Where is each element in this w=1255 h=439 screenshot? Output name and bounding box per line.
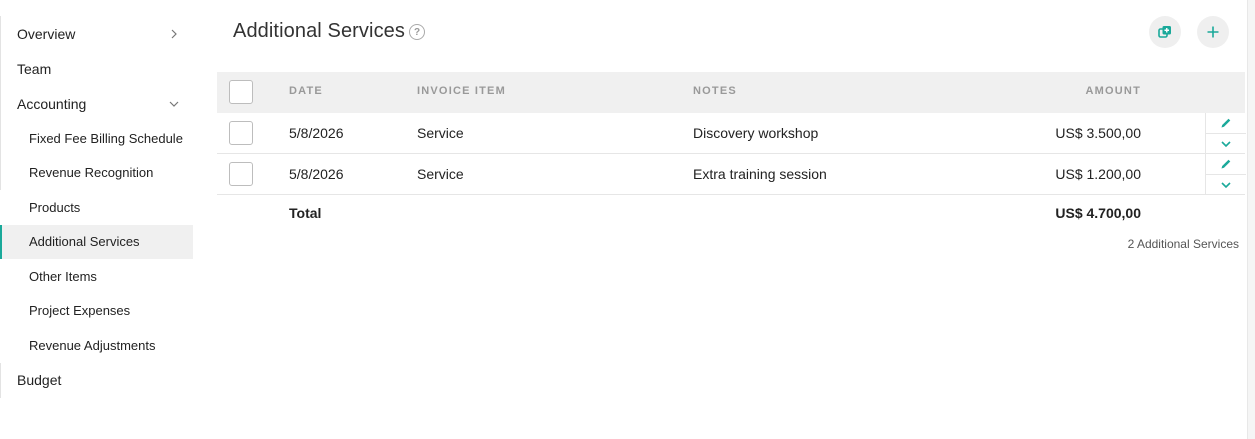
- sidebar-item-label: Revenue Adjustments: [29, 337, 156, 353]
- column-header-notes[interactable]: NOTES: [693, 85, 737, 97]
- cell-notes: Discovery workshop: [693, 125, 819, 141]
- edit-button[interactable]: [1206, 113, 1246, 133]
- table-row: 5/8/2026 Service Discovery workshop US$ …: [217, 113, 1246, 154]
- select-all-checkbox[interactable]: [229, 80, 253, 104]
- edit-button[interactable]: [1206, 154, 1246, 174]
- column-header-amount[interactable]: AMOUNT: [1086, 85, 1141, 97]
- chevron-down-icon: [167, 97, 181, 111]
- sidebar-item-label: Products: [29, 199, 81, 215]
- sidebar-item-products[interactable]: Products: [0, 190, 193, 225]
- row-checkbox[interactable]: [229, 121, 253, 145]
- sidebar-item-overview[interactable]: Overview: [0, 16, 193, 51]
- vertical-scrollbar[interactable]: [1247, 0, 1255, 439]
- cell-amount: US$ 1.200,00: [1055, 166, 1141, 182]
- sidebar-item-label: Project Expenses: [29, 303, 131, 319]
- cell-notes: Extra training session: [693, 166, 827, 182]
- expand-row-button[interactable]: [1206, 133, 1246, 153]
- sidebar-item-label: Overview: [17, 25, 76, 42]
- sidebar-item-label: Additional Services: [29, 234, 140, 250]
- sidebar-item-revenue-adjustments[interactable]: Revenue Adjustments: [0, 328, 193, 363]
- cell-invoice-item: Service: [417, 125, 464, 141]
- copy-add-button[interactable]: [1149, 16, 1181, 48]
- column-header-date[interactable]: DATE: [289, 85, 323, 97]
- add-button[interactable]: [1197, 16, 1229, 48]
- sidebar-item-accounting[interactable]: Accounting: [0, 86, 193, 121]
- help-icon[interactable]: ?: [409, 24, 425, 40]
- sidebar-item-budget[interactable]: Budget: [0, 362, 193, 398]
- sidebar-item-team[interactable]: Team: [0, 51, 193, 86]
- total-label: Total: [289, 205, 322, 221]
- total-amount: US$ 4.700,00: [1055, 205, 1141, 221]
- pencil-icon: [1221, 159, 1231, 169]
- sidebar-item-revenue-recognition[interactable]: Revenue Recognition: [0, 155, 193, 190]
- row-checkbox[interactable]: [229, 162, 253, 186]
- sidebar-nav: Overview Team Accounting Fixed Fee Billi…: [0, 16, 193, 398]
- chevron-down-icon: [1221, 181, 1231, 188]
- sidebar-item-label: Revenue Recognition: [29, 165, 154, 181]
- expand-row-button[interactable]: [1206, 174, 1246, 194]
- cell-amount: US$ 3.500,00: [1055, 125, 1141, 141]
- sidebar-item-label: Team: [17, 60, 52, 77]
- row-actions: [1205, 154, 1246, 194]
- chevron-right-icon: [167, 27, 181, 41]
- sidebar-item-label: Other Items: [29, 268, 97, 284]
- chevron-down-icon: [1221, 140, 1231, 147]
- sidebar-item-label: Accounting: [17, 95, 87, 112]
- record-count: 2 Additional Services: [1127, 237, 1239, 251]
- sidebar-item-label: Fixed Fee Billing Schedule: [29, 130, 183, 146]
- cell-invoice-item: Service: [417, 166, 464, 182]
- sidebar-item-fixed-fee-billing-schedule[interactable]: Fixed Fee Billing Schedule: [0, 121, 193, 156]
- copy-add-icon: [1158, 26, 1171, 38]
- table-header: DATE INVOICE ITEM NOTES AMOUNT: [217, 72, 1245, 113]
- cell-date: 5/8/2026: [289, 166, 344, 182]
- table-row: 5/8/2026 Service Extra training session …: [217, 154, 1246, 195]
- sidebar-item-other-items[interactable]: Other Items: [0, 259, 193, 294]
- plus-icon: [1207, 26, 1219, 38]
- column-header-invoice-item[interactable]: INVOICE ITEM: [417, 85, 506, 97]
- page-title: Additional Services: [233, 20, 405, 42]
- sidebar-item-project-expenses[interactable]: Project Expenses: [0, 294, 193, 329]
- total-row: Total US$ 4.700,00: [217, 195, 1245, 231]
- pencil-icon: [1221, 118, 1231, 128]
- cell-date: 5/8/2026: [289, 125, 344, 141]
- row-actions: [1205, 113, 1246, 153]
- sidebar-item-additional-services[interactable]: Additional Services: [0, 224, 193, 259]
- sidebar-item-label: Budget: [17, 372, 62, 388]
- additional-services-table: DATE INVOICE ITEM NOTES AMOUNT 5/8/2026 …: [217, 72, 1246, 231]
